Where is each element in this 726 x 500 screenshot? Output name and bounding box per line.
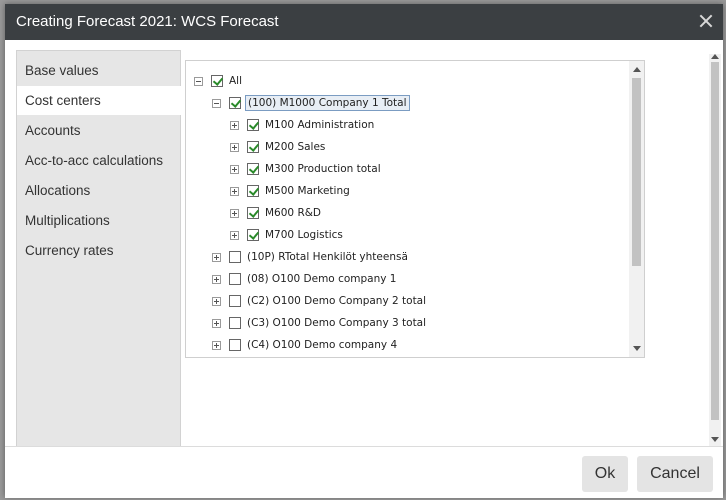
sidebar-item-cost-centers[interactable]: Cost centers <box>17 86 181 115</box>
forecast-dialog: Creating Forecast 2021: WCS Forecast Bas… <box>5 4 723 498</box>
cancel-button[interactable]: Cancel <box>637 456 713 492</box>
expand-icon[interactable] <box>230 164 239 174</box>
tree-checkbox[interactable] <box>229 339 241 351</box>
ok-button[interactable]: Ok <box>582 456 628 492</box>
tree-node: (10P) RTotal Henkilöt yhteensä <box>212 247 410 267</box>
tree-checkbox[interactable] <box>247 141 259 153</box>
tree-checkbox[interactable] <box>247 163 259 175</box>
tree-node-label[interactable]: M300 Production total <box>263 162 383 176</box>
tree-scrollbar[interactable] <box>629 61 644 357</box>
dialog-titlebar: Creating Forecast 2021: WCS Forecast <box>5 4 723 40</box>
tree-checkbox[interactable] <box>247 229 259 241</box>
expand-icon[interactable] <box>212 318 221 328</box>
close-icon[interactable] <box>699 14 713 28</box>
tree-node: (C3) O100 Demo Company 3 total <box>212 313 428 333</box>
tree-node: M500 Marketing <box>230 181 352 201</box>
scroll-up-icon[interactable] <box>711 54 719 59</box>
tree-node-root: All <box>194 71 244 91</box>
tree-node-label[interactable]: M600 R&D <box>263 206 323 220</box>
sidebar: Base values Cost centers Accounts Acc-to… <box>16 50 181 448</box>
tree-node: (08) O100 Demo company 1 <box>212 269 398 289</box>
dialog-footer: Ok Cancel <box>5 446 723 498</box>
collapse-icon[interactable] <box>212 98 221 108</box>
tree-checkbox[interactable] <box>247 185 259 197</box>
tree-node-company: (100) M1000 Company 1 Total <box>212 93 410 113</box>
expand-icon[interactable] <box>212 340 221 350</box>
tree-node-label[interactable]: M100 Administration <box>263 118 376 132</box>
tree-checkbox[interactable] <box>229 273 241 285</box>
tree-node-label[interactable]: M500 Marketing <box>263 184 352 198</box>
scroll-up-icon[interactable] <box>633 67 641 72</box>
tree-checkbox[interactable] <box>247 119 259 131</box>
tree-node-label[interactable]: (08) O100 Demo company 1 <box>245 272 398 286</box>
expand-icon[interactable] <box>212 274 221 284</box>
expand-icon[interactable] <box>230 120 239 130</box>
dialog-title: Creating Forecast 2021: WCS Forecast <box>16 13 279 30</box>
expand-icon[interactable] <box>212 252 221 262</box>
sidebar-item-acc-to-acc-calculations[interactable]: Acc-to-acc calculations <box>17 146 180 175</box>
scrollbar-thumb[interactable] <box>711 62 719 420</box>
sidebar-item-multiplications[interactable]: Multiplications <box>17 206 180 235</box>
tree-node: M100 Administration <box>230 115 376 135</box>
tree-node: (C4) O100 Demo company 4 <box>212 335 399 355</box>
tree-node: M200 Sales <box>230 137 327 157</box>
sidebar-item-base-values[interactable]: Base values <box>17 56 180 85</box>
expand-icon[interactable] <box>230 208 239 218</box>
tree-node: M700 Logistics <box>230 225 345 245</box>
expand-icon[interactable] <box>230 142 239 152</box>
expand-icon[interactable] <box>230 186 239 196</box>
tree-checkbox[interactable] <box>229 97 241 109</box>
dialog-scrollbar[interactable] <box>709 54 721 446</box>
tree-node: (C2) O100 Demo Company 2 total <box>212 291 428 311</box>
tree-checkbox[interactable] <box>247 207 259 219</box>
tree-node: M300 Production total <box>230 159 383 179</box>
sidebar-item-currency-rates[interactable]: Currency rates <box>17 236 180 265</box>
tree-node-label[interactable]: (100) M1000 Company 1 Total <box>245 95 410 111</box>
tree-node-label[interactable]: (10P) RTotal Henkilöt yhteensä <box>245 250 410 264</box>
tree-node-label[interactable]: All <box>227 74 244 88</box>
tree-node-label[interactable]: (C4) O100 Demo company 4 <box>245 338 399 352</box>
expand-icon[interactable] <box>212 296 221 306</box>
collapse-icon[interactable] <box>194 76 203 86</box>
sidebar-item-allocations[interactable]: Allocations <box>17 176 180 205</box>
scrollbar-thumb[interactable] <box>632 78 641 266</box>
tree-node-label[interactable]: (C2) O100 Demo Company 2 total <box>245 294 428 308</box>
sidebar-item-accounts[interactable]: Accounts <box>17 116 180 145</box>
tree-node: M600 R&D <box>230 203 323 223</box>
scroll-down-icon[interactable] <box>711 437 719 442</box>
tree-node-label[interactable]: M200 Sales <box>263 140 327 154</box>
tree-node-label[interactable]: M700 Logistics <box>263 228 345 242</box>
tree-checkbox[interactable] <box>229 317 241 329</box>
tree-node-label[interactable]: (C3) O100 Demo Company 3 total <box>245 316 428 330</box>
scroll-down-icon[interactable] <box>633 346 641 351</box>
cost-center-tree[interactable]: All (100) M1000 Company 1 Total M100 Adm… <box>185 60 645 358</box>
tree-checkbox[interactable] <box>211 75 223 87</box>
tree-checkbox[interactable] <box>229 251 241 263</box>
tree-checkbox[interactable] <box>229 295 241 307</box>
expand-icon[interactable] <box>230 230 239 240</box>
